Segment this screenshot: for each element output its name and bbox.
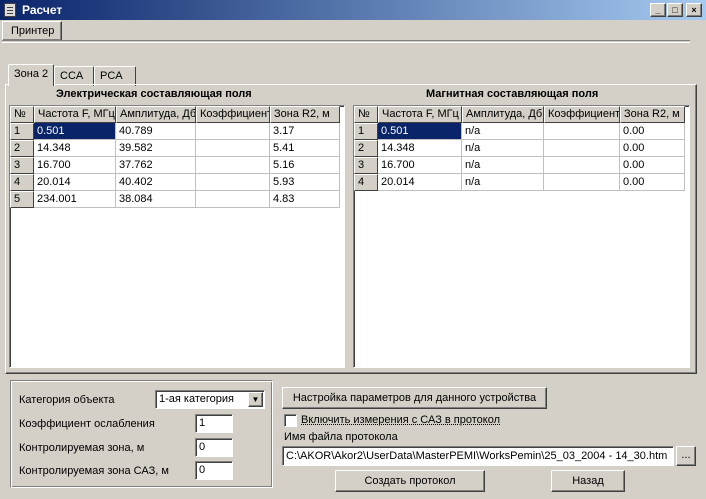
menu-divider	[2, 40, 690, 43]
electric-grid[interactable]: № Частота F, МГц Амплитуда, Дб Коэффициент З…	[9, 105, 345, 368]
column-header[interactable]: №	[354, 106, 378, 123]
table-cell[interactable]: 234.001	[34, 191, 116, 208]
category-select[interactable]: 1-ая категория ▼	[155, 390, 265, 409]
table-cell[interactable]: 37.762	[116, 157, 196, 174]
table-cell[interactable]	[544, 140, 620, 157]
window-title: Расчет	[22, 3, 63, 17]
column-header[interactable]: Зона R2, м	[270, 106, 340, 123]
table-cell[interactable]: 40.402	[116, 174, 196, 191]
table-cell[interactable]: 39.582	[116, 140, 196, 157]
table-cell[interactable]: 14.348	[34, 140, 116, 157]
tab-pca[interactable]: PCA	[94, 66, 136, 86]
table-cell[interactable]: 5.41	[270, 140, 340, 157]
table-cell[interactable]: 14.348	[378, 140, 462, 157]
maximize-button[interactable]: □	[667, 3, 683, 17]
zone-saz-field[interactable]: 0	[195, 461, 233, 480]
zone-saz-label: Контролируемая зона САЗ, м	[19, 465, 169, 477]
row-number: 4	[10, 174, 34, 191]
attenuation-label: Коэффициент ослабления	[19, 418, 155, 430]
table-cell[interactable]: 40.789	[116, 123, 196, 140]
table-cell[interactable]: 38.084	[116, 191, 196, 208]
include-saz-label[interactable]: Включить измерения с САЗ в протокол	[301, 414, 500, 426]
title-bar: Расчет _ □ ×	[0, 0, 706, 20]
table-cell[interactable]: n/a	[462, 123, 544, 140]
column-header[interactable]: Частота F, МГц	[378, 106, 462, 123]
printer-menu[interactable]: Принтер	[2, 21, 62, 41]
back-button[interactable]: Назад	[551, 470, 625, 492]
column-header[interactable]: №	[10, 106, 34, 123]
table-cell[interactable]	[196, 123, 270, 140]
include-saz-checkbox[interactable]	[284, 414, 297, 427]
row-number: 5	[10, 191, 34, 208]
column-header[interactable]: Зона R2, м	[620, 106, 685, 123]
row-number: 2	[10, 140, 34, 157]
table-cell[interactable]: 16.700	[34, 157, 116, 174]
column-header[interactable]: Коэффициент	[544, 106, 620, 123]
tab-cca[interactable]: CCA	[54, 66, 94, 86]
table-cell[interactable]: 5.93	[270, 174, 340, 191]
table-cell[interactable]: 5.16	[270, 157, 340, 174]
category-label: Категория объекта	[19, 394, 115, 406]
table-cell[interactable]: 4.83	[270, 191, 340, 208]
table-cell[interactable]	[544, 123, 620, 140]
row-number: 4	[354, 174, 378, 191]
table-cell[interactable]: 20.014	[34, 174, 116, 191]
zone-label: Контролируемая зона, м	[19, 442, 145, 454]
category-value: 1-ая категория	[159, 393, 234, 405]
device-settings-button[interactable]: Настройка параметров для данного устройс…	[282, 387, 547, 409]
close-button[interactable]: ×	[686, 3, 702, 17]
table-cell[interactable]: n/a	[462, 174, 544, 191]
table-cell[interactable]	[544, 174, 620, 191]
browse-button[interactable]: ...	[676, 446, 696, 466]
magnetic-grid[interactable]: № Частота F, МГц Амплитуда, Дб Коэффициент З…	[353, 105, 690, 368]
table-cell[interactable]	[544, 157, 620, 174]
tab-zone-2[interactable]: Зона 2	[8, 64, 54, 86]
table-cell[interactable]: 0.00	[620, 157, 685, 174]
electric-panel-title: Электрическая составляющая поля	[56, 88, 252, 100]
row-number: 1	[10, 123, 34, 140]
minimize-button[interactable]: _	[650, 3, 666, 17]
table-cell[interactable]: 0.00	[620, 140, 685, 157]
protocol-file-input[interactable]: C:\AKOR\Akor2\UserData\MasterPEMI\WorksP…	[282, 446, 674, 466]
table-cell[interactable]: 0.501	[378, 123, 462, 140]
protocol-file-label: Имя файла протокола	[284, 431, 398, 443]
table-cell[interactable]	[196, 140, 270, 157]
create-protocol-button[interactable]: Создать протокол	[335, 470, 485, 492]
column-header[interactable]: Амплитуда, Дб	[462, 106, 544, 123]
table-cell[interactable]: 0.00	[620, 123, 685, 140]
table-cell[interactable]	[196, 191, 270, 208]
table-cell[interactable]: 3.17	[270, 123, 340, 140]
app-icon	[4, 3, 16, 17]
table-cell[interactable]: n/a	[462, 157, 544, 174]
column-header[interactable]: Частота F, МГц	[34, 106, 116, 123]
table-cell[interactable]: 20.014	[378, 174, 462, 191]
chevron-down-icon[interactable]: ▼	[248, 392, 263, 407]
column-header[interactable]: Коэффициент	[196, 106, 270, 123]
table-cell[interactable]: n/a	[462, 140, 544, 157]
row-number: 3	[354, 157, 378, 174]
table-cell[interactable]: 0.00	[620, 174, 685, 191]
row-number: 1	[354, 123, 378, 140]
table-cell[interactable]	[196, 157, 270, 174]
magnetic-panel-title: Магнитная составляющая поля	[426, 88, 599, 100]
zone-field[interactable]: 0	[195, 438, 233, 457]
table-cell[interactable]: 16.700	[378, 157, 462, 174]
attenuation-field[interactable]: 1	[195, 414, 233, 433]
table-cell[interactable]: 0.501	[34, 123, 116, 140]
column-header[interactable]: Амплитуда, Дб	[116, 106, 196, 123]
row-number: 2	[354, 140, 378, 157]
table-cell[interactable]	[196, 174, 270, 191]
row-number: 3	[10, 157, 34, 174]
